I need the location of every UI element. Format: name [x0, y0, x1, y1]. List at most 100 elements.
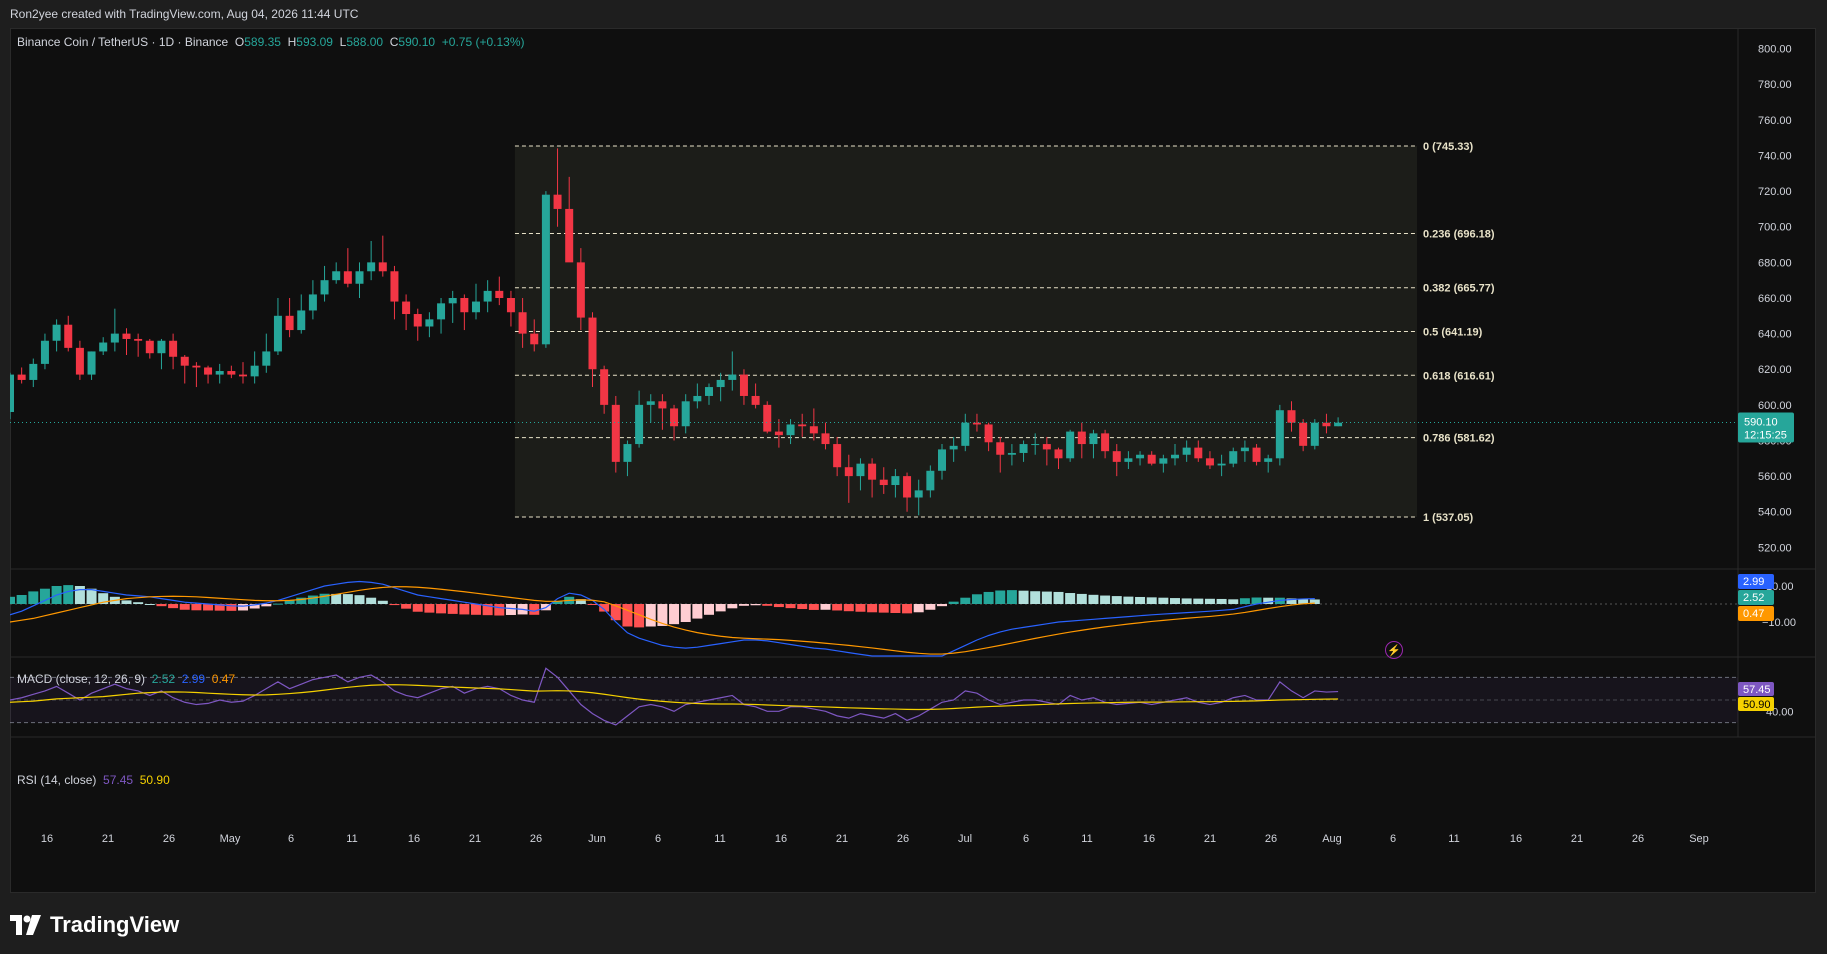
- rsi-legend[interactable]: RSI (14, close) 57.45 50.90: [17, 773, 170, 787]
- candle-body: [1101, 433, 1110, 452]
- tradingview-brand: TradingView: [50, 912, 180, 937]
- candle-body: [728, 374, 737, 380]
- date-tick-label: Jul: [958, 833, 972, 845]
- candle-body: [949, 445, 958, 450]
- date-tick-label: 26: [530, 833, 542, 845]
- macd-histogram-bar: [1111, 596, 1122, 604]
- macd-histogram-bar: [529, 604, 540, 615]
- macd-histogram-bar: [750, 604, 761, 606]
- macd-histogram-bar: [447, 604, 458, 614]
- open-label: O: [234, 35, 245, 49]
- macd-histogram-bar: [156, 604, 167, 607]
- candle-body: [506, 297, 515, 313]
- candle-body: [483, 290, 492, 302]
- macd-legend[interactable]: MACD (close, 12, 26, 9) 2.52 2.99 0.47: [17, 672, 235, 686]
- macd-histogram-bar: [121, 600, 132, 604]
- chart-credit: Ron2yee created with TradingView.com, Au…: [10, 7, 359, 21]
- date-tick-label: Jun: [588, 833, 606, 845]
- candlestick-chart[interactable]: 800.00 780.00 760.00 740.00 720.00 700.00 680.…: [10, 28, 1816, 893]
- candle-body: [1252, 447, 1261, 462]
- candle-body: [1299, 422, 1308, 446]
- candle-body: [914, 490, 923, 498]
- candle-body: [553, 194, 562, 209]
- macd-histogram-bar: [179, 604, 190, 610]
- date-tick-label: Aug: [1322, 833, 1342, 845]
- macd-histogram-bar: [890, 604, 901, 613]
- alert-lightning-icon[interactable]: ⚡: [1385, 641, 1403, 659]
- macd-histogram-bar: [366, 597, 377, 604]
- macd-histogram-bar: [692, 604, 703, 619]
- macd-histogram-bar: [1088, 594, 1099, 604]
- candle-body: [308, 294, 317, 311]
- fib-level-label: 0.618 (616.61): [1423, 370, 1495, 382]
- macd-histogram-bar: [144, 604, 155, 605]
- fib-level-label: 0.5 (641.19): [1423, 327, 1483, 339]
- date-tick-label: 21: [102, 833, 114, 845]
- macd-histogram-bar: [401, 604, 412, 609]
- candle-body: [75, 347, 84, 375]
- candle-body: [786, 424, 795, 436]
- candle-body: [448, 297, 457, 304]
- date-tick-label: 16: [775, 833, 787, 845]
- candle-body: [868, 463, 877, 480]
- macd-histogram-bar: [960, 597, 971, 604]
- macd-histogram-bar: [855, 604, 866, 612]
- high-label: H: [287, 35, 297, 49]
- date-tick-label: 11: [1448, 833, 1459, 845]
- macd-histogram-bar: [16, 595, 27, 604]
- low-value: 588.00: [346, 35, 384, 49]
- macd-histogram-bar: [1041, 591, 1052, 604]
- macd-histogram-bar: [307, 595, 318, 604]
- macd-histogram-bar: [1053, 591, 1064, 604]
- candle-body: [739, 374, 748, 396]
- rsi-value-badge-text: 50.90: [1743, 699, 1771, 711]
- candle-body: [285, 315, 294, 331]
- macd-histogram-bar: [168, 604, 179, 609]
- candle-body: [157, 340, 166, 354]
- candle-body: [1077, 431, 1086, 445]
- price-tick-label: 520.00: [1758, 542, 1792, 554]
- macd-label: MACD (close, 12, 26, 9): [17, 672, 146, 686]
- candle-body: [40, 340, 49, 364]
- candle-body: [29, 363, 38, 380]
- macd-histogram-bar: [808, 604, 819, 610]
- macd-histogram-bar: [797, 604, 808, 610]
- macd-line-value: 2.99: [181, 672, 206, 686]
- candle-body: [192, 365, 201, 368]
- candle-body: [122, 333, 131, 339]
- candle-body: [774, 431, 783, 436]
- price-tick-label: 600.00: [1758, 400, 1792, 412]
- price-tick-label: 700.00: [1758, 222, 1792, 234]
- tradingview-footer[interactable]: TradingView: [10, 912, 179, 938]
- macd-histogram-bar: [1193, 598, 1204, 604]
- candle-body: [1334, 422, 1343, 427]
- candle-body: [1240, 447, 1249, 452]
- date-tick-label: 21: [469, 833, 481, 845]
- candle-body: [64, 324, 73, 348]
- date-tick-label: 6: [288, 833, 294, 845]
- candle-body: [343, 271, 352, 284]
- macd-histogram-bar: [1065, 593, 1076, 604]
- macd-histogram-bar: [471, 604, 481, 615]
- macd-histogram-bar: [1204, 598, 1215, 604]
- last-price-countdown: 12:15:25: [1744, 430, 1787, 442]
- candle-body: [413, 314, 422, 327]
- macd-histogram-bar: [704, 604, 714, 615]
- macd-histogram-bar: [680, 604, 691, 622]
- macd-histogram-bar: [505, 604, 516, 615]
- price-tick-label: 720.00: [1758, 186, 1792, 198]
- candle-body: [1194, 447, 1203, 459]
- candle-body: [355, 271, 364, 284]
- candle-body: [658, 401, 667, 409]
- candle-body: [600, 369, 609, 405]
- macd-histogram-bar: [785, 604, 796, 609]
- macd-histogram-bar: [10, 596, 15, 604]
- macd-histogram-bar: [937, 604, 947, 607]
- macd-histogram-bar: [820, 604, 831, 610]
- date-tick-label: 21: [1571, 833, 1583, 845]
- macd-histogram-bar: [867, 604, 878, 613]
- candle-body: [134, 338, 143, 341]
- price-tick-label: 780.00: [1758, 79, 1792, 91]
- macd-histogram-bar: [878, 604, 889, 613]
- macd-hist-value: 2.52: [151, 672, 176, 686]
